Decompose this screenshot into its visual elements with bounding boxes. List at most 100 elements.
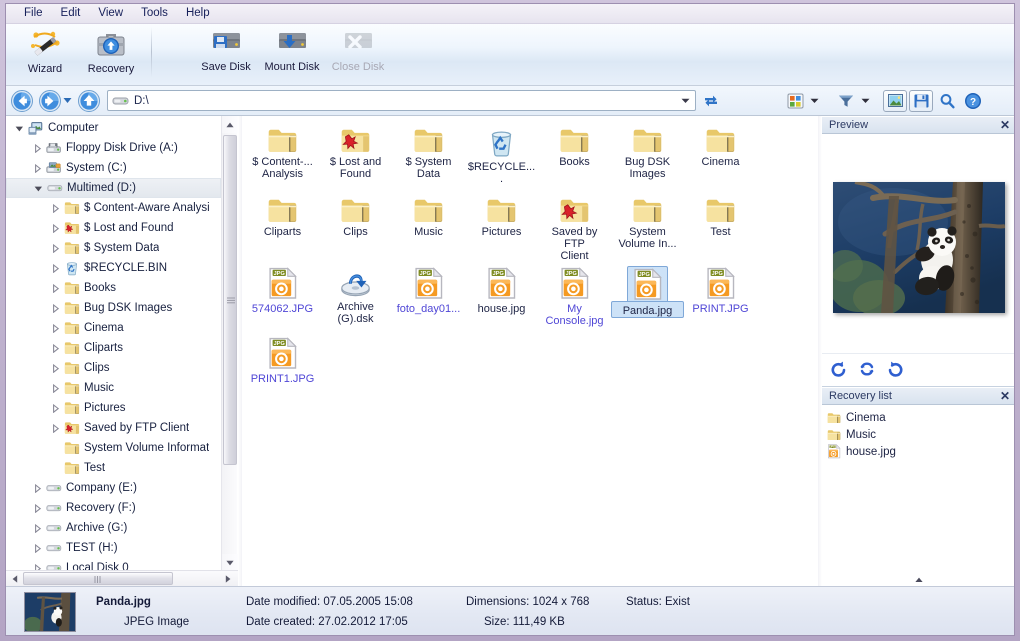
file-item[interactable]: Clips xyxy=(319,192,392,262)
expander-collapsed-icon[interactable] xyxy=(30,480,45,496)
file-item[interactable]: Archive(G).dsk xyxy=(319,262,392,332)
file-item[interactable]: JPG house.jpg xyxy=(465,262,538,332)
file-item[interactable]: JPG 574062.JPG xyxy=(246,262,319,332)
file-item[interactable]: Cliparts xyxy=(246,192,319,262)
tree-item-cinema[interactable]: Cinema xyxy=(6,318,221,338)
expander-collapsed-icon[interactable] xyxy=(48,260,63,276)
close-icon[interactable]: ✕ xyxy=(998,389,1012,403)
search-button[interactable] xyxy=(934,89,960,113)
file-item[interactable]: $ SystemData xyxy=(392,122,465,192)
tree-item-clips[interactable]: Clips xyxy=(6,358,221,378)
menu-tools[interactable]: Tools xyxy=(132,5,177,22)
filter-dropdown-icon[interactable] xyxy=(859,89,872,113)
file-list-view[interactable]: $ Content-...Analysis $ Lost andFound $ … xyxy=(242,116,818,586)
recovery-list-item[interactable]: JPG house.jpg xyxy=(822,443,1015,460)
file-item[interactable]: Saved by FTPClient xyxy=(538,192,611,262)
file-item[interactable]: SystemVolume In... xyxy=(611,192,684,262)
wizard-button[interactable]: Wizard xyxy=(12,24,78,82)
expander-collapsed-icon[interactable] xyxy=(48,220,63,236)
menu-file[interactable]: File xyxy=(15,5,52,22)
tree-scroll-thumb[interactable] xyxy=(223,135,237,465)
file-item[interactable]: $ Content-...Analysis xyxy=(246,122,319,192)
rotate-right-icon[interactable] xyxy=(884,358,906,380)
expander-collapsed-icon[interactable] xyxy=(48,380,63,396)
recovery-list-item[interactable]: Music xyxy=(822,426,1015,443)
file-item[interactable]: JPG Panda.jpg xyxy=(611,262,684,332)
expander-collapsed-icon[interactable] xyxy=(30,140,45,156)
mount-disk-button[interactable]: Mount Disk xyxy=(259,24,325,82)
file-item[interactable]: Pictures xyxy=(465,192,538,262)
tree-item-archive-g[interactable]: Archive (G:) xyxy=(6,518,221,538)
scroll-left-icon[interactable] xyxy=(6,571,23,586)
scroll-down-icon[interactable] xyxy=(222,554,238,571)
help-button[interactable]: ? xyxy=(960,89,986,113)
file-item[interactable]: $ Lost andFound xyxy=(319,122,392,192)
tree-item-music[interactable]: Music xyxy=(6,378,221,398)
menu-edit[interactable]: Edit xyxy=(52,5,90,22)
refresh-button[interactable] xyxy=(698,89,724,113)
expander-expanded-icon[interactable] xyxy=(12,120,27,136)
save-button[interactable] xyxy=(909,90,933,112)
expander-collapsed-icon[interactable] xyxy=(48,300,63,316)
file-item[interactable]: Music xyxy=(392,192,465,262)
tree-hscroll-thumb[interactable] xyxy=(23,572,173,585)
save-disk-button[interactable]: Save Disk xyxy=(193,24,259,82)
forward-button[interactable] xyxy=(38,89,62,113)
expander-collapsed-icon[interactable] xyxy=(48,340,63,356)
tree-horizontal-scrollbar[interactable] xyxy=(6,570,238,586)
expander-collapsed-icon[interactable] xyxy=(48,320,63,336)
recovery-list-items[interactable]: Cinema Music JPG house.jpg xyxy=(822,406,1015,587)
close-disk-button[interactable]: Close Disk xyxy=(325,24,391,82)
expander-collapsed-icon[interactable] xyxy=(30,500,45,516)
file-item[interactable]: $RECYCLE.... xyxy=(465,122,538,192)
expander-collapsed-icon[interactable] xyxy=(30,540,45,556)
expander-expanded-icon[interactable] xyxy=(31,180,46,196)
back-button[interactable] xyxy=(10,89,34,113)
address-input[interactable]: D:\ xyxy=(107,90,696,111)
folder-tree[interactable]: Computer Floppy Disk Drive (A:) System (… xyxy=(6,116,221,571)
file-item[interactable]: Books xyxy=(538,122,611,192)
tree-item-test[interactable]: Test xyxy=(6,458,221,478)
menu-help[interactable]: Help xyxy=(177,5,219,22)
close-icon[interactable]: ✕ xyxy=(998,118,1012,132)
recovery-list-item[interactable]: Cinema xyxy=(822,409,1015,426)
tree-item-system-c[interactable]: System (C:) xyxy=(6,158,221,178)
tree-item-system-volume-informat[interactable]: System Volume Informat xyxy=(6,438,221,458)
expander-collapsed-icon[interactable] xyxy=(48,240,63,256)
expander-collapsed-icon[interactable] xyxy=(30,520,45,536)
file-item[interactable]: Cinema xyxy=(684,122,757,192)
file-item[interactable]: JPG MyConsole.jpg xyxy=(538,262,611,332)
scroll-up-icon[interactable] xyxy=(222,116,238,133)
tree-item-recovery-f[interactable]: Recovery (F:) xyxy=(6,498,221,518)
tree-item-lost-and-found[interactable]: $ Lost and Found xyxy=(6,218,221,238)
tree-item-cliparts[interactable]: Cliparts xyxy=(6,338,221,358)
expander-collapsed-icon[interactable] xyxy=(48,420,63,436)
expander-collapsed-icon[interactable] xyxy=(48,360,63,376)
tree-item-company-e[interactable]: Company (E:) xyxy=(6,478,221,498)
up-button[interactable] xyxy=(77,89,101,113)
tree-item-bug-dsk-images[interactable]: Bug DSK Images xyxy=(6,298,221,318)
view-mode-button[interactable] xyxy=(782,89,808,113)
scroll-right-icon[interactable] xyxy=(219,571,236,586)
view-mode-dropdown-icon[interactable] xyxy=(808,89,821,113)
tree-item-floppy-disk-drive-a[interactable]: Floppy Disk Drive (A:) xyxy=(6,138,221,158)
file-item[interactable]: Bug DSKImages xyxy=(611,122,684,192)
expander-collapsed-icon[interactable] xyxy=(48,200,63,216)
tree-item-recycle-bin[interactable]: $RECYCLE.BIN xyxy=(6,258,221,278)
panel-resize-grip[interactable] xyxy=(913,576,925,584)
menu-view[interactable]: View xyxy=(89,5,132,22)
tree-item-system-data[interactable]: $ System Data xyxy=(6,238,221,258)
tree-item-test-h[interactable]: TEST (H:) xyxy=(6,538,221,558)
tree-vertical-scrollbar[interactable] xyxy=(221,116,237,571)
tree-item-multimed-d[interactable]: Multimed (D:) xyxy=(6,178,221,198)
tree-item-books[interactable]: Books xyxy=(6,278,221,298)
file-item[interactable]: JPG foto_day01... xyxy=(392,262,465,332)
expander-collapsed-icon[interactable] xyxy=(48,280,63,296)
recovery-button[interactable]: Recovery xyxy=(78,24,144,82)
tree-item-content-aware-analysi[interactable]: $ Content-Aware Analysi xyxy=(6,198,221,218)
tree-item-saved-by-ftp-client[interactable]: Saved by FTP Client xyxy=(6,418,221,438)
history-dropdown-icon[interactable] xyxy=(62,89,73,113)
preview-pane-button[interactable] xyxy=(883,90,907,112)
expander-collapsed-icon[interactable] xyxy=(30,160,45,176)
tree-item-computer[interactable]: Computer xyxy=(6,118,221,138)
